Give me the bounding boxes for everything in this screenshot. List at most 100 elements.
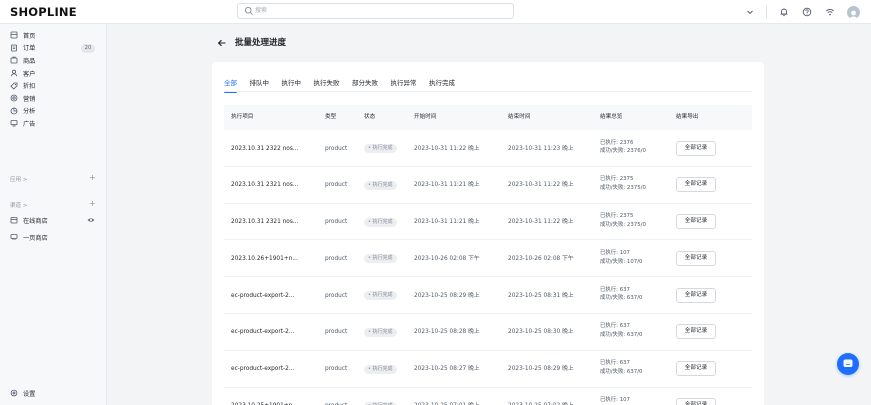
row-item-name[interactable]: 2023.10.31 2322 nos... (231, 145, 298, 153)
row-result-success-fail: 成功/失败: 637/0 (600, 369, 643, 376)
search-input[interactable]: 搜索 (237, 3, 514, 19)
status-badge: • 执行完成 (364, 254, 397, 264)
row-item-name[interactable]: ec-product-export-2... (231, 328, 294, 336)
row-start-time: 2023-10-25 08:28 晚上 (414, 329, 480, 336)
status-badge: • 执行完成 (364, 364, 397, 374)
row-end-time: 2023-10-31 11:22 晚上 (508, 182, 574, 189)
sidebar-item-home[interactable]: 首页 (0, 29, 106, 42)
sidebar-item-label: 营销 (23, 95, 36, 103)
column-header-type: 类型 (325, 114, 337, 120)
sidebar-item-label: 客户 (23, 70, 36, 78)
sidebar-item-discounts[interactable]: 折扣 (0, 79, 106, 92)
bell-icon[interactable] (776, 4, 792, 20)
sidebar-item-one-page-store[interactable]: 一页商店 (0, 231, 106, 243)
status-badge: • 执行完成 (364, 180, 397, 190)
row-result-success-fail: 成功/失败: 637/0 (600, 295, 643, 302)
sidebar-item-analytics[interactable]: 分析 (0, 105, 106, 118)
sidebar-item-settings[interactable]: 设置 (0, 387, 106, 399)
discount-icon (10, 82, 18, 90)
sidebar-item-products[interactable]: 商品 (0, 54, 106, 67)
row-result-success-fail: 成功/失败: 107/0 (600, 258, 643, 265)
sidebar-item-label: 在线商店 (23, 217, 48, 225)
all-records-button[interactable]: 全部记录 (676, 177, 716, 193)
row-result-executed: 已执行: 637 (600, 323, 630, 330)
row-start-time: 2023-10-31 11:21 晚上 (414, 182, 480, 189)
row-end-time: 2023-10-26 02:08 下午 (508, 255, 574, 262)
all-records-button[interactable]: 全部记录 (676, 324, 716, 340)
gear-icon (10, 389, 18, 397)
batch-progress-card: 全部 排队中 执行中 执行失败 部分失败 执行异常 执行完成 执行项目 类型 状… (212, 62, 764, 405)
table-row: ec-product-export-2... product • 执行完成 2023-… (224, 314, 752, 351)
table-row: 2023.10.25+1901+n...product• 执行完成2023-10… (224, 388, 752, 405)
row-type: product (325, 145, 348, 152)
row-end-time: 2023-10-31 11:22 晚上 (508, 219, 574, 226)
header-actions (735, 4, 861, 20)
all-records-button[interactable]: 全部记录 (676, 140, 716, 156)
wifi-icon[interactable] (822, 4, 838, 20)
all-records-button[interactable]: 全部记录 (676, 250, 716, 266)
column-header-start-time: 开始时间 (414, 114, 437, 120)
page-title: 批量处理进度 (235, 38, 287, 48)
batch-table: 执行项目 类型 状态 开始时间 结束时间 结果总览 结果导出 2023.10.3… (224, 105, 752, 405)
row-start-time: 2023-10-25 08:27 晚上 (414, 366, 480, 373)
row-type: product (325, 329, 348, 336)
row-result-executed: 已执行: 107 (600, 397, 630, 404)
store-icon (10, 216, 18, 224)
row-type: product (325, 292, 348, 299)
all-records-button[interactable]: 全部记录 (676, 398, 716, 405)
shopline-logo[interactable]: SHOPLINE (10, 5, 77, 19)
column-header-result-export: 结果导出 (676, 114, 699, 120)
add-channel-plus-icon[interactable]: + (89, 200, 96, 208)
sidebar-item-ads[interactable]: 广告 (0, 117, 106, 130)
row-item-name[interactable]: ec-product-export-2... (231, 365, 294, 373)
all-records-button[interactable]: 全部记录 (676, 214, 716, 230)
order-count-badge: 20 (81, 43, 95, 53)
back-arrow-icon[interactable] (216, 37, 228, 49)
search-icon (244, 6, 253, 15)
order-icon (10, 44, 18, 52)
search-placeholder: 搜索 (255, 7, 268, 14)
marketing-icon (10, 94, 18, 102)
row-type: product (325, 219, 348, 226)
row-item-name[interactable]: 2023.10.31 2321 nos... (231, 181, 298, 189)
row-item-name[interactable]: ec-product-export-2... (231, 292, 294, 300)
apps-section-label[interactable]: 应用 > (10, 175, 27, 183)
row-start-time: 2023-10-25 08:29 晚上 (414, 292, 480, 299)
all-records-button[interactable]: 全部记录 (676, 361, 716, 377)
row-item-name[interactable]: 2023.10.31 2321 nos... (231, 218, 298, 226)
sidebar-item-orders[interactable]: 订单 20 (0, 42, 106, 55)
top-header: SHOPLINE 搜索 (0, 0, 871, 24)
table-row: ec-product-export-2... product • 执行完成 2023-… (224, 351, 752, 388)
avatar[interactable] (845, 4, 861, 20)
sidebar-item-label: 折扣 (23, 83, 36, 91)
sidebar-item-marketing[interactable]: 营销 (0, 92, 106, 105)
sidebar-item-online-store[interactable]: 在线商店 (0, 214, 106, 226)
row-result-success-fail: 成功/失败: 637/0 (600, 332, 643, 339)
chat-support-button[interactable] (837, 353, 859, 375)
status-badge: • 执行完成 (364, 401, 397, 405)
column-header-status: 状态 (364, 114, 376, 120)
eye-icon[interactable] (87, 216, 95, 226)
sidebar-item-label: 首页 (23, 32, 36, 40)
sidebar-nav: 首页 订单 20 商品 客户 折扣 营销 分析 广告 (0, 29, 106, 130)
help-icon[interactable] (799, 4, 815, 20)
row-item-name[interactable]: 2023.10.26+1901+n... (231, 255, 298, 263)
product-icon (10, 56, 18, 64)
ads-icon (10, 119, 18, 127)
store-switch-chevron-icon[interactable] (742, 4, 758, 20)
row-result-executed: 已执行: 2376 (600, 139, 634, 146)
row-end-time: 2023-10-31 11:23 晚上 (508, 145, 574, 152)
row-result-success-fail: 成功/失败: 2376/0 (600, 148, 646, 155)
table-row: 2023.10.31 2321 nos... product • 执行完成 2023-… (224, 167, 752, 204)
column-header-result-overview: 结果总览 (600, 114, 623, 120)
sidebar-item-customers[interactable]: 客户 (0, 67, 106, 80)
sidebar-item-label: 广告 (23, 120, 36, 128)
one-page-store-icon (10, 233, 18, 241)
sidebar-item-label: 商品 (23, 57, 36, 65)
add-app-plus-icon[interactable]: + (89, 174, 96, 182)
all-records-button[interactable]: 全部记录 (676, 287, 716, 303)
home-icon (10, 31, 18, 39)
row-result-executed: 已执行: 637 (600, 286, 630, 293)
channels-section-label[interactable]: 渠道 > (10, 201, 27, 209)
sidebar-item-label: 订单 (23, 45, 36, 53)
